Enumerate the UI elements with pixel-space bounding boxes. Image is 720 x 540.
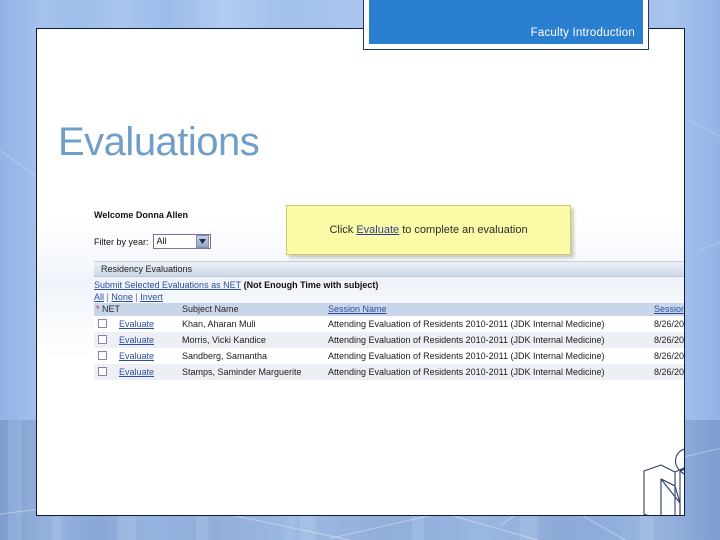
subject-name: Stamps, Saminder Marguerite xyxy=(182,367,302,377)
evaluate-link[interactable]: Evaluate xyxy=(119,367,154,377)
evaluate-link[interactable]: Evaluate xyxy=(119,335,154,345)
column-header-net-label: NET xyxy=(102,304,121,314)
column-header-net: * NET xyxy=(96,304,120,314)
slide-banner-fill: Faculty Introduction xyxy=(369,0,643,44)
select-none-link[interactable]: None xyxy=(111,292,133,302)
background-vertical-bar xyxy=(8,420,22,540)
year-filter-row: Filter by year: All xyxy=(94,234,211,249)
subject-name: Sandberg, Samantha xyxy=(182,351,268,361)
column-header-subject-name: Subject Name xyxy=(182,304,239,314)
chevron-down-icon[interactable] xyxy=(195,235,209,248)
welcome-message: Welcome Donna Allen xyxy=(94,210,189,220)
table-row[interactable]: Evaluate Morris, Vicki Kandice Attending… xyxy=(94,332,685,348)
instruction-callout: Click Evaluate to complete an evaluation xyxy=(286,205,571,255)
column-header-session-dates[interactable]: Session Dates xyxy=(654,304,684,314)
session-dates: 8/26/2010 to 9/22 xyxy=(654,335,685,345)
session-dates: 8/26/2010 to 9/22 xyxy=(654,351,685,361)
background-streak xyxy=(689,120,720,206)
slide-banner-title: Faculty Introduction xyxy=(530,27,635,39)
select-invert-link[interactable]: Invert xyxy=(140,292,163,302)
table-header-row: * NET Subject Name Session Name Session … xyxy=(94,303,684,316)
required-marker: * xyxy=(96,304,100,314)
year-filter-select[interactable]: All xyxy=(152,234,211,249)
subject-name: Khan, Aharan Muli xyxy=(182,319,256,329)
year-filter-label: Filter by year: xyxy=(94,236,149,247)
year-filter-value: All xyxy=(156,236,167,246)
embedded-app-screenshot: Welcome Donna Allen Filter by year: All … xyxy=(56,177,685,392)
instruction-callout-text: Click Evaluate to complete an evaluation xyxy=(329,224,527,236)
table-row[interactable]: Evaluate Khan, Aharan Muli Attending Eva… xyxy=(94,316,685,332)
submit-net-note-text: (Not Enough Time with subject) xyxy=(243,280,379,290)
session-dates: 8/26/2010 to 9/22 xyxy=(654,319,685,329)
callout-suffix: to complete an evaluation xyxy=(399,224,528,236)
slide-content-panel: Evaluations Welcome Donna Allen Filter b… xyxy=(36,28,685,516)
callout-prefix: Click xyxy=(329,224,357,236)
selection-links: All | None | Invert xyxy=(94,292,163,302)
column-header-session-name[interactable]: Session Name xyxy=(328,304,387,314)
person-reading-book-icon xyxy=(635,441,684,515)
slide-banner: Faculty Introduction xyxy=(363,0,649,50)
evaluations-table: * NET Subject Name Session Name Session … xyxy=(94,303,685,380)
submit-net-link[interactable]: Submit Selected Evaluations as NET xyxy=(94,280,241,290)
submit-net-line: Submit Selected Evaluations as NET (Not … xyxy=(94,280,378,290)
row-checkbox[interactable] xyxy=(98,351,107,360)
section-title: Residency Evaluations xyxy=(101,264,193,274)
table-row[interactable]: Evaluate Sandberg, Samantha Attending Ev… xyxy=(94,348,685,364)
callout-evaluate-link[interactable]: Evaluate xyxy=(356,224,399,236)
session-dates: 8/26/2010 to 9/22 xyxy=(654,367,685,377)
background-streak xyxy=(700,168,720,251)
select-all-link[interactable]: All xyxy=(94,292,104,302)
session-name: Attending Evaluation of Residents 2010-2… xyxy=(328,335,605,345)
session-name: Attending Evaluation of Residents 2010-2… xyxy=(328,319,605,329)
session-name: Attending Evaluation of Residents 2010-2… xyxy=(328,351,605,361)
slide-canvas: Evaluations Welcome Donna Allen Filter b… xyxy=(0,0,720,540)
table-row[interactable]: Evaluate Stamps, Saminder Marguerite Att… xyxy=(94,364,685,380)
row-checkbox[interactable] xyxy=(98,319,107,328)
evaluate-link[interactable]: Evaluate xyxy=(119,351,154,361)
row-checkbox[interactable] xyxy=(98,335,107,344)
evaluate-link[interactable]: Evaluate xyxy=(119,319,154,329)
page-title: Evaluations xyxy=(58,120,260,164)
row-checkbox[interactable] xyxy=(98,367,107,376)
session-name: Attending Evaluation of Residents 2010-2… xyxy=(328,367,605,377)
section-header-bar: Residency Evaluations xyxy=(94,261,684,277)
subject-name: Morris, Vicki Kandice xyxy=(182,335,266,345)
